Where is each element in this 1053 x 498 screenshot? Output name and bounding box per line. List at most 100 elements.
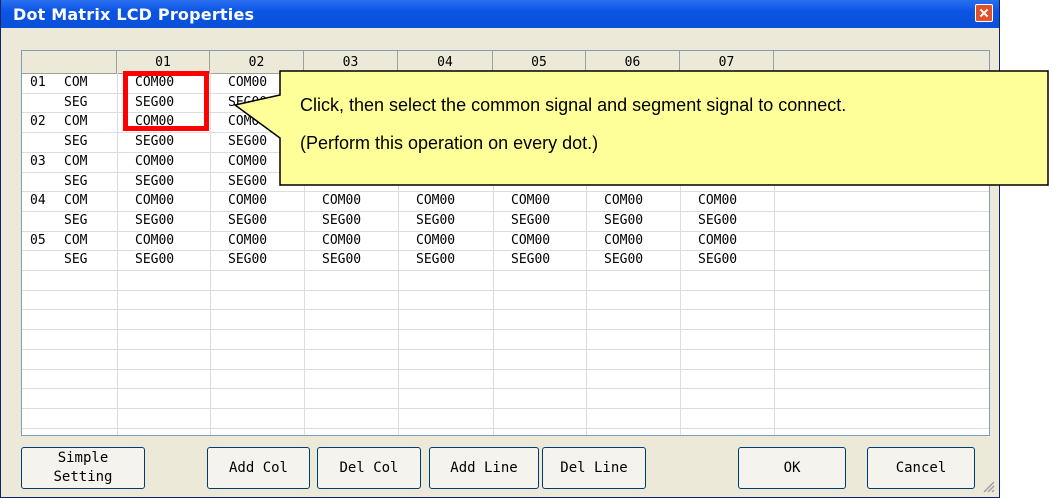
seg-signal-cell[interactable]: SEG00 (135, 132, 174, 152)
column-header-01[interactable]: 01 (117, 51, 210, 73)
column-header-05[interactable]: 05 (493, 51, 586, 73)
seg-signal-cell[interactable]: SEG00 (604, 172, 643, 192)
com-signal-cell[interactable]: COM00 (698, 152, 737, 172)
com-signal-cell[interactable]: COM00 (322, 191, 361, 211)
close-icon[interactable] (975, 4, 993, 22)
com-signal-cell[interactable]: COM00 (511, 191, 550, 211)
com-signal-cell[interactable]: COM00 (135, 231, 174, 251)
seg-signal-cell[interactable]: SEG00 (135, 172, 174, 192)
seg-signal-cell[interactable]: SEG00 (228, 172, 267, 192)
grid-vline (304, 73, 305, 435)
seg-signal-cell[interactable]: SEG00 (698, 172, 737, 192)
cancel-button[interactable]: Cancel (867, 447, 975, 489)
grid-hline (22, 388, 989, 390)
grid-vline (398, 73, 399, 435)
column-header-02[interactable]: 02 (210, 51, 304, 73)
seg-row-label: SEG (64, 212, 88, 228)
button-bar: Simple Setting Add Col Del Col Add Line … (21, 447, 990, 491)
window-title: Dot Matrix LCD Properties (13, 5, 255, 24)
ok-button[interactable]: OK (738, 447, 846, 489)
com-signal-cell[interactable]: COM00 (228, 152, 267, 172)
grid-hline (22, 309, 989, 311)
grid-hline (22, 329, 989, 331)
grid-hline (22, 427, 989, 429)
simple-setting-button[interactable]: Simple Setting (21, 447, 145, 489)
seg-row-label: SEG (64, 94, 88, 110)
com-row-label: COM (64, 232, 88, 248)
row-number: 04 (30, 193, 46, 209)
seg-signal-cell[interactable]: SEG00 (322, 211, 361, 231)
grid-vline (210, 73, 211, 435)
seg-signal-cell[interactable]: SEG00 (604, 211, 643, 231)
grid-vline (117, 73, 118, 435)
grid-vline (586, 73, 587, 435)
row-number: 05 (30, 232, 46, 248)
grid-hline (22, 348, 989, 350)
add-line-button[interactable]: Add Line (429, 447, 539, 489)
seg-signal-cell[interactable]: SEG00 (416, 250, 455, 270)
com-signal-cell[interactable]: COM00 (322, 152, 361, 172)
com-row-label: COM (64, 153, 88, 169)
grid-hline (22, 407, 989, 409)
row-number: 01 (30, 75, 46, 90)
grid-hline (22, 289, 989, 291)
com-signal-cell[interactable]: COM00 (135, 191, 174, 211)
seg-signal-cell[interactable]: SEG00 (511, 250, 550, 270)
grid-vline (774, 73, 775, 435)
header-corner (22, 51, 117, 73)
callout-text-line1: Click, then select the common signal and… (300, 95, 847, 115)
grid-vline (493, 73, 494, 435)
column-header-03[interactable]: 03 (304, 51, 398, 73)
seg-signal-cell[interactable]: SEG00 (511, 172, 550, 192)
row-number: 02 (30, 114, 46, 130)
row-number: 03 (30, 153, 46, 169)
com-signal-cell[interactable]: COM00 (511, 231, 550, 251)
com-row-label: COM (64, 114, 88, 130)
seg-signal-cell[interactable]: SEG00 (416, 211, 455, 231)
grid-hline (22, 368, 989, 370)
seg-signal-cell[interactable]: SEG00 (228, 93, 267, 113)
dialog-window: Dot Matrix LCD Properties 01 02 03 04 05 06 07… (0, 0, 1000, 498)
seg-signal-cell[interactable]: SEG00 (604, 250, 643, 270)
com-signal-cell[interactable]: COM00 (228, 231, 267, 251)
com-signal-cell[interactable]: COM00 (416, 152, 455, 172)
com-signal-cell[interactable]: COM00 (511, 152, 550, 172)
seg-signal-cell[interactable]: SEG00 (698, 211, 737, 231)
com-signal-cell[interactable]: COM00 (322, 231, 361, 251)
resize-grip-icon[interactable] (981, 479, 995, 493)
seg-signal-cell[interactable]: SEG00 (698, 250, 737, 270)
seg-signal-cell[interactable]: SEG00 (322, 172, 361, 192)
com-signal-cell[interactable]: COM00 (416, 191, 455, 211)
com-signal-cell[interactable]: COM00 (416, 231, 455, 251)
seg-signal-cell[interactable]: SEG00 (322, 250, 361, 270)
com-signal-cell[interactable]: COM00 (135, 152, 174, 172)
column-header-07[interactable]: 07 (680, 51, 774, 73)
com-row-label: COM (64, 75, 88, 90)
seg-row-label: SEG (64, 252, 88, 268)
seg-signal-cell[interactable]: SEG00 (135, 211, 174, 231)
com-signal-cell[interactable]: COM00 (228, 112, 267, 132)
seg-signal-cell[interactable]: SEG00 (228, 211, 267, 231)
seg-signal-cell[interactable]: SEG00 (135, 250, 174, 270)
com-signal-cell[interactable]: COM00 (604, 191, 643, 211)
del-line-button[interactable]: Del Line (542, 447, 646, 489)
column-header-04[interactable]: 04 (398, 51, 493, 73)
com-row-label: COM (64, 193, 88, 209)
seg-signal-cell[interactable]: SEG00 (228, 250, 267, 270)
add-col-button[interactable]: Add Col (207, 447, 310, 489)
selected-cell-highlight (123, 71, 209, 131)
seg-row-label: SEG (64, 134, 88, 150)
com-signal-cell[interactable]: COM00 (228, 73, 267, 93)
grid-vline (680, 73, 681, 435)
column-header-06[interactable]: 06 (586, 51, 680, 73)
del-col-button[interactable]: Del Col (317, 447, 421, 489)
com-signal-cell[interactable]: COM00 (228, 191, 267, 211)
seg-signal-cell[interactable]: SEG00 (416, 172, 455, 192)
title-bar[interactable]: Dot Matrix LCD Properties (1, 0, 999, 28)
com-signal-cell[interactable]: COM00 (698, 231, 737, 251)
com-signal-cell[interactable]: COM00 (604, 152, 643, 172)
com-signal-cell[interactable]: COM00 (604, 231, 643, 251)
seg-signal-cell[interactable]: SEG00 (511, 211, 550, 231)
seg-signal-cell[interactable]: SEG00 (228, 132, 267, 152)
com-signal-cell[interactable]: COM00 (698, 191, 737, 211)
